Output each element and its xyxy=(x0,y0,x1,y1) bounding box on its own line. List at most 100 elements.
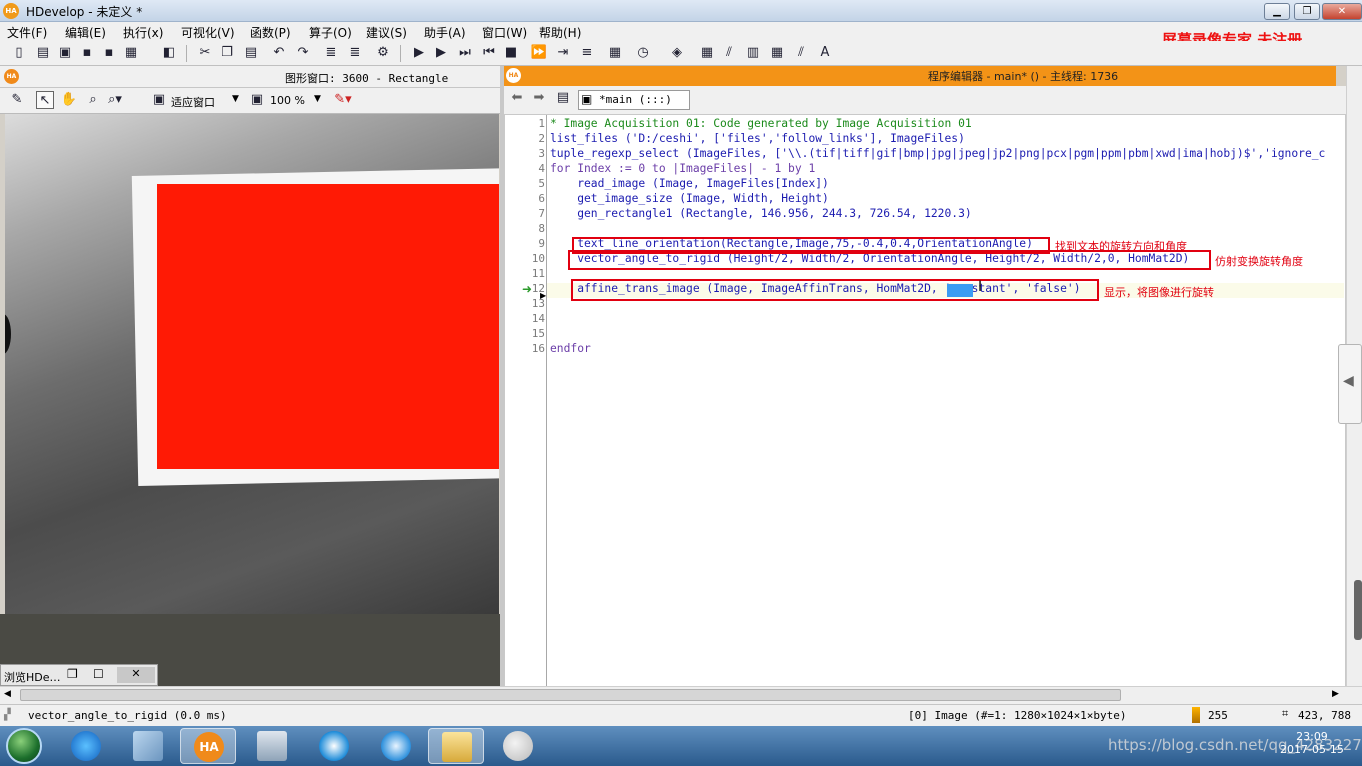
menu-procedures[interactable]: 函数(P) xyxy=(250,24,291,41)
step-out-icon[interactable]: ⏮ xyxy=(480,44,498,62)
histogram-icon[interactable]: ▥ xyxy=(744,44,762,62)
properties-icon[interactable]: ◧ xyxy=(160,44,178,62)
status-gray-value: 255 xyxy=(1208,709,1228,722)
zoom-dropdown-arrow-icon[interactable]: ▼ xyxy=(314,94,321,104)
assistant-icon[interactable]: ◈ xyxy=(668,44,686,62)
code-line[interactable]: tuple_regexp_select (ImageFiles, ['\\.(t… xyxy=(550,147,1325,160)
zoom-icon[interactable]: ⌕ xyxy=(84,91,102,109)
step-over-icon[interactable]: ▶ xyxy=(432,44,450,62)
menu-assistants[interactable]: 助手(A) xyxy=(424,24,466,41)
insert-cursor-icon: ▶ xyxy=(540,291,547,300)
menu-edit[interactable]: 编辑(E) xyxy=(65,24,106,41)
close-button[interactable]: ✕ xyxy=(1322,3,1362,20)
save-all-icon[interactable]: ▪ xyxy=(100,44,118,62)
taskbar-paint[interactable] xyxy=(490,728,546,764)
reset-program-icon[interactable]: ⏩ xyxy=(530,44,548,62)
graphics-window-title: 图形窗口: 3600 - Rectangle xyxy=(285,72,449,85)
line-number: 10 xyxy=(531,252,545,265)
taskbar-notebook[interactable] xyxy=(120,728,176,764)
code-line[interactable]: list_files ('D:/ceshi', ['files','follow… xyxy=(550,132,965,145)
restore-button[interactable]: ❐ xyxy=(1294,3,1320,20)
fit-dropdown-arrow-icon[interactable]: ▼ xyxy=(232,94,239,104)
main-procedure-tab[interactable]: *main (:::) xyxy=(578,90,690,110)
close-tab-icon[interactable]: ✕ xyxy=(117,667,155,683)
variable-inspect-icon[interactable]: ▦ xyxy=(698,44,716,62)
run-icon[interactable]: ▶ xyxy=(410,44,428,62)
menu-file[interactable]: 文件(F) xyxy=(7,24,47,41)
stop-icon[interactable]: ■ xyxy=(502,44,520,62)
maximize-icon[interactable]: ☐ xyxy=(93,667,104,681)
back-arrow-icon[interactable]: ⬅ xyxy=(508,89,526,107)
line-number: 14 xyxy=(531,312,545,325)
menu-visualize[interactable]: 可视化(V) xyxy=(181,24,235,41)
code-line[interactable]: read_image (Image, ImageFiles[Index]) xyxy=(550,177,829,190)
fit-window-icon[interactable]: ▣ xyxy=(150,91,168,109)
menu-execute[interactable]: 执行(x) xyxy=(123,24,163,41)
taskbar-hdevelop[interactable]: HA xyxy=(180,728,236,764)
menu-window[interactable]: 窗口(W) xyxy=(482,24,527,41)
undo-icon[interactable]: ↶ xyxy=(270,44,288,62)
pointer-icon[interactable]: ↖ xyxy=(36,91,54,109)
feature-inspection-icon[interactable]: ⫽ xyxy=(792,44,810,62)
cut-icon[interactable]: ✂ xyxy=(196,44,214,62)
vertical-scroll-thumb[interactable] xyxy=(1354,580,1362,640)
edit-line-icon[interactable]: ≣ xyxy=(346,44,364,62)
code-line[interactable]: * Image Acquisition 01: Code generated b… xyxy=(550,117,972,130)
open-file-icon[interactable]: ▤ xyxy=(34,44,52,62)
code-line[interactable]: endfor xyxy=(550,342,591,355)
start-button[interactable] xyxy=(6,728,42,764)
line-number: 16 xyxy=(531,342,545,355)
zoom-dropdown-icon[interactable]: ⌕▾ xyxy=(106,91,124,109)
image-display[interactable] xyxy=(5,114,499,614)
hand-icon[interactable]: ✋ xyxy=(60,91,78,109)
open-folder-icon[interactable]: ▣ xyxy=(56,44,74,62)
messenger-icon xyxy=(319,731,349,761)
save-icon[interactable]: ▪ xyxy=(78,44,96,62)
code-line[interactable]: gen_rectangle1 (Rectangle, 146.956, 244.… xyxy=(550,207,971,220)
menu-suggestions[interactable]: 建议(S) xyxy=(366,24,407,41)
minimize-button[interactable]: ▁ xyxy=(1264,3,1290,20)
zoom-level-select[interactable]: 100 % xyxy=(270,94,305,107)
find-icon[interactable]: ⚙ xyxy=(374,44,392,62)
reset-pc-icon[interactable]: ⇥ xyxy=(554,44,572,62)
line-number: 1 xyxy=(538,117,545,130)
line-profile-icon[interactable]: ⫽ xyxy=(720,44,738,62)
scroll-left-icon[interactable]: ◀ xyxy=(4,689,11,699)
profiler-icon[interactable]: ▦ xyxy=(606,44,624,62)
print-icon[interactable]: ▦ xyxy=(122,44,140,62)
taskbar-browser[interactable] xyxy=(368,728,424,764)
feature-histogram-icon[interactable]: ▦ xyxy=(768,44,786,62)
annotation-note-orientation: 找到文本的旋转方向和角度 xyxy=(1055,240,1187,253)
network-icon xyxy=(257,731,287,761)
taskbar-network[interactable] xyxy=(244,728,300,764)
redo-icon[interactable]: ↷ xyxy=(294,44,312,62)
float-icon[interactable]: ❐ xyxy=(67,667,78,681)
insert-line-icon[interactable]: ≣ xyxy=(322,44,340,62)
side-panel-toggle[interactable]: ◀ xyxy=(1338,344,1362,424)
edit-mode-icon[interactable]: ✎ xyxy=(8,91,26,109)
code-line[interactable]: get_image_size (Image, Width, Height) xyxy=(550,192,829,205)
timer-icon[interactable]: ◷ xyxy=(634,44,652,62)
new-file-icon[interactable]: ▯ xyxy=(10,44,28,62)
horizontal-scroll-thumb[interactable] xyxy=(20,689,1121,701)
clock-date: 2017-05-15 xyxy=(1280,743,1344,756)
taskbar-ie[interactable] xyxy=(58,728,114,764)
taskbar-clock[interactable]: 23:09 2017-05-15 xyxy=(1280,730,1344,756)
taskbar-explorer[interactable] xyxy=(428,728,484,764)
fit-window-label[interactable]: 适应窗口 xyxy=(171,94,215,110)
copy-icon[interactable]: ❐ xyxy=(218,44,236,62)
paste-icon[interactable]: ▤ xyxy=(242,44,260,62)
taskbar-qq[interactable] xyxy=(306,728,362,764)
forward-arrow-icon[interactable]: ➡ xyxy=(530,89,548,107)
color-tool-icon[interactable]: ✎▾ xyxy=(334,91,352,109)
ocr-icon[interactable]: A xyxy=(816,44,834,62)
procedure-list-icon[interactable]: ▤ xyxy=(554,89,572,107)
set-breakpoint-icon[interactable]: ≡ xyxy=(578,44,596,62)
scroll-right-icon[interactable]: ▶ xyxy=(1332,689,1339,699)
menu-operators[interactable]: 算子(O) xyxy=(309,24,352,41)
step-into-icon[interactable]: ⏭ xyxy=(456,44,474,62)
browse-hdevelop-tab[interactable]: 浏览HDe… ❐ ☐ ✕ xyxy=(0,664,158,686)
menu-help[interactable]: 帮助(H) xyxy=(539,24,581,41)
browser-icon xyxy=(381,731,411,761)
code-line[interactable]: for Index := 0 to |ImageFiles| - 1 by 1 xyxy=(550,162,815,175)
